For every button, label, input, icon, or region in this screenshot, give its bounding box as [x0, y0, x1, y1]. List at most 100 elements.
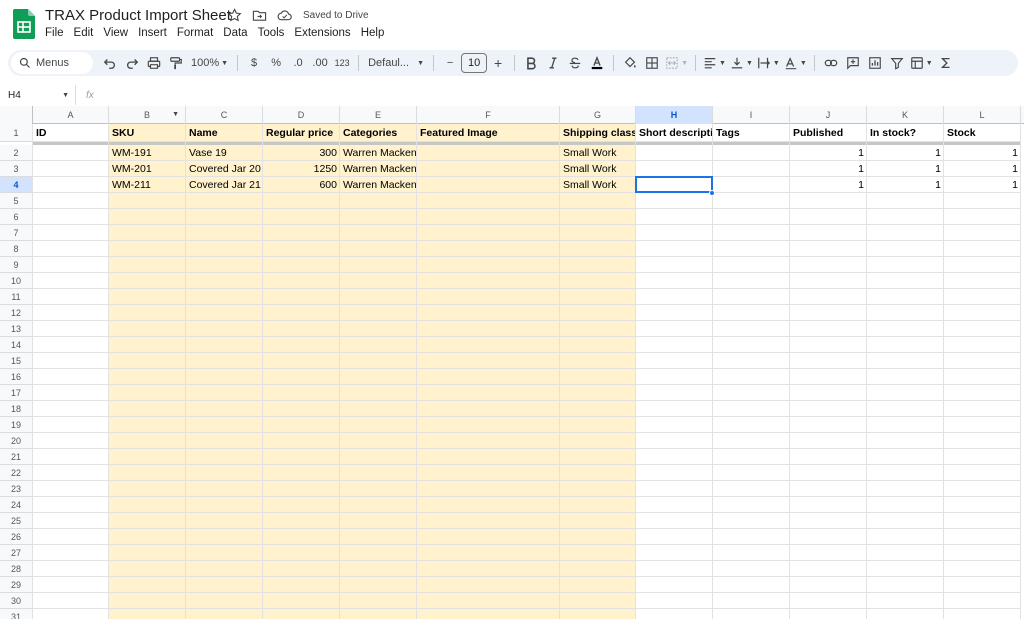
header-cell-g[interactable]: Shipping class: [561, 125, 635, 141]
row-header-1[interactable]: 1: [0, 124, 33, 142]
cell-f3[interactable]: [418, 161, 559, 177]
row-header-7[interactable]: 7: [0, 225, 33, 241]
row-header-10[interactable]: 10: [0, 273, 33, 289]
row-header-31[interactable]: 31: [0, 609, 33, 619]
column-header-k[interactable]: K: [867, 106, 944, 124]
increase-font-size-button[interactable]: +: [487, 52, 509, 74]
header-cell-b[interactable]: SKU: [110, 125, 185, 141]
filter-views-button[interactable]: ▼: [908, 52, 935, 74]
percent-format-button[interactable]: %: [265, 52, 287, 74]
row-header-5[interactable]: 5: [0, 193, 33, 209]
column-header-c[interactable]: C: [186, 106, 263, 124]
column-header-d[interactable]: D: [263, 106, 340, 124]
row-header-17[interactable]: 17: [0, 385, 33, 401]
cell-i2[interactable]: [714, 145, 789, 161]
cell-d2[interactable]: 300: [264, 145, 339, 161]
row-header-2[interactable]: 2: [0, 145, 33, 161]
fill-handle[interactable]: [709, 190, 715, 196]
star-icon[interactable]: [226, 7, 243, 24]
header-cell-h[interactable]: Short description: [637, 125, 712, 141]
menus-search[interactable]: Menus: [11, 52, 93, 74]
menu-file[interactable]: File: [40, 26, 69, 40]
insert-link-button[interactable]: [820, 52, 842, 74]
cell-k2[interactable]: 1: [868, 145, 943, 161]
strikethrough-button[interactable]: [564, 52, 586, 74]
cell-h3[interactable]: [637, 161, 712, 177]
cell-b3[interactable]: WM-201: [110, 161, 185, 177]
row-header-3[interactable]: 3: [0, 161, 33, 177]
row-header-22[interactable]: 22: [0, 465, 33, 481]
cell-l3[interactable]: 1: [945, 161, 1020, 177]
cell-a4[interactable]: [34, 177, 108, 193]
cell-e2[interactable]: Warren Mackenzie: [341, 145, 416, 161]
cell-i4[interactable]: [714, 177, 789, 193]
row-header-29[interactable]: 29: [0, 577, 33, 593]
italic-button[interactable]: [542, 52, 564, 74]
row-header-18[interactable]: 18: [0, 401, 33, 417]
insert-chart-button[interactable]: [864, 52, 886, 74]
row-header-19[interactable]: 19: [0, 417, 33, 433]
menu-view[interactable]: View: [98, 26, 133, 40]
paint-format-button[interactable]: [165, 52, 187, 74]
row-header-12[interactable]: 12: [0, 305, 33, 321]
row-header-16[interactable]: 16: [0, 369, 33, 385]
menu-data[interactable]: Data: [218, 26, 252, 40]
menu-insert[interactable]: Insert: [133, 26, 172, 40]
cell-d4[interactable]: 600: [264, 177, 339, 193]
cell-j2[interactable]: 1: [791, 145, 866, 161]
undo-button[interactable]: [99, 52, 121, 74]
header-cell-k[interactable]: In stock?: [868, 125, 943, 141]
row-header-25[interactable]: 25: [0, 513, 33, 529]
column-header-b[interactable]: B ▼: [109, 106, 186, 124]
text-rotation-button[interactable]: ▼: [782, 52, 809, 74]
cell-j4[interactable]: 1: [791, 177, 866, 193]
column-header-i[interactable]: I: [713, 106, 790, 124]
column-filter-icon[interactable]: ▼: [172, 111, 179, 118]
row-header-4[interactable]: 4: [0, 177, 33, 193]
name-box[interactable]: H4 ▼: [0, 85, 76, 105]
cell-c4[interactable]: Covered Jar 21: [187, 177, 262, 193]
row-header-11[interactable]: 11: [0, 289, 33, 305]
font-select[interactable]: Defaul... ▼: [364, 52, 428, 74]
fill-color-button[interactable]: [619, 52, 641, 74]
cell-l2[interactable]: 1: [945, 145, 1020, 161]
cell-k3[interactable]: 1: [868, 161, 943, 177]
cell-a2[interactable]: [34, 145, 108, 161]
row-header-6[interactable]: 6: [0, 209, 33, 225]
decrease-decimal-button[interactable]: .0: [287, 52, 309, 74]
text-wrapping-button[interactable]: ▼: [755, 52, 782, 74]
row-header-15[interactable]: 15: [0, 353, 33, 369]
cell-a3[interactable]: [34, 161, 108, 177]
move-folder-icon[interactable]: [251, 7, 268, 24]
borders-button[interactable]: [641, 52, 663, 74]
row-header-9[interactable]: 9: [0, 257, 33, 273]
column-header-l[interactable]: L: [944, 106, 1021, 124]
cell-e3[interactable]: Warren Mackenzie: [341, 161, 416, 177]
menu-edit[interactable]: Edit: [69, 26, 99, 40]
row-header-8[interactable]: 8: [0, 241, 33, 257]
cell-f4[interactable]: [418, 177, 559, 193]
merge-cells-button[interactable]: ▼: [663, 52, 690, 74]
header-cell-d[interactable]: Regular price: [264, 125, 339, 141]
header-cell-c[interactable]: Name: [187, 125, 262, 141]
cell-j3[interactable]: 1: [791, 161, 866, 177]
header-cell-j[interactable]: Published: [791, 125, 866, 141]
header-cell-l[interactable]: Stock: [945, 125, 1020, 141]
column-header-j[interactable]: J: [790, 106, 867, 124]
row-header-21[interactable]: 21: [0, 449, 33, 465]
vertical-align-button[interactable]: ▼: [728, 52, 755, 74]
row-header-28[interactable]: 28: [0, 561, 33, 577]
zoom-select[interactable]: 100% ▼: [187, 52, 232, 74]
cell-g3[interactable]: Small Work: [561, 161, 635, 177]
text-color-button[interactable]: [586, 52, 608, 74]
cell-l4[interactable]: 1: [945, 177, 1020, 193]
menu-format[interactable]: Format: [172, 26, 218, 40]
header-cell-i[interactable]: Tags: [714, 125, 789, 141]
menu-help[interactable]: Help: [356, 26, 390, 40]
cell-h2[interactable]: [637, 145, 712, 161]
currency-format-button[interactable]: $: [243, 52, 265, 74]
cell-e4[interactable]: Warren Mackenzie: [341, 177, 416, 193]
select-all-corner[interactable]: [0, 106, 33, 124]
print-button[interactable]: [143, 52, 165, 74]
column-header-g[interactable]: G: [560, 106, 636, 124]
